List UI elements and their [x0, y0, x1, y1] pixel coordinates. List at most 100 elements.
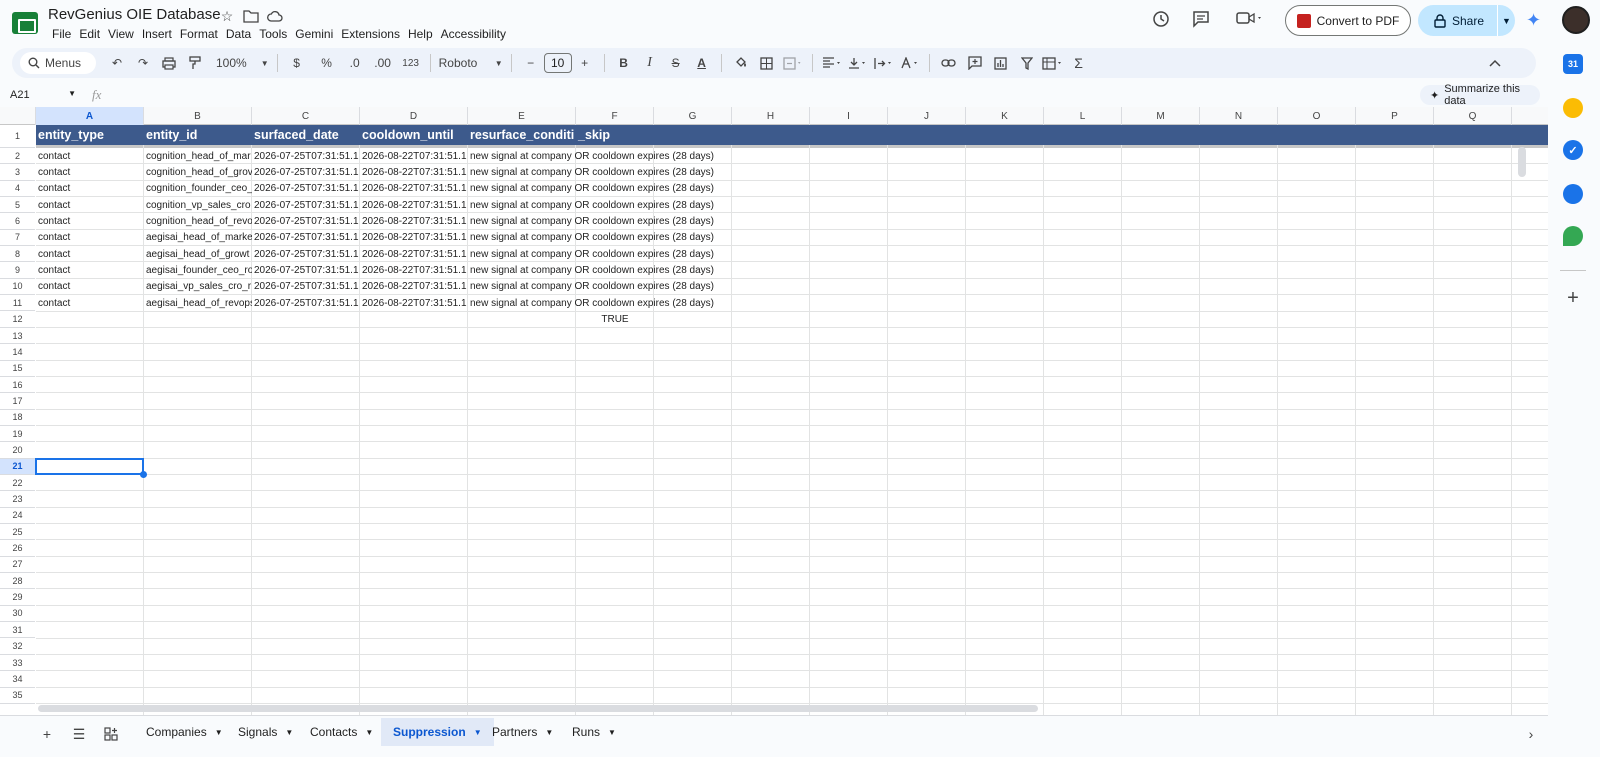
- row-header-14[interactable]: 14: [0, 344, 35, 361]
- table-cell[interactable]: aegisai_vp_sales_cro_r: [144, 279, 252, 295]
- table-cell[interactable]: new signal at company OR cooldown expire…: [468, 230, 714, 246]
- table-cell[interactable]: new signal at company OR cooldown expire…: [468, 262, 714, 278]
- filter-icon[interactable]: [1016, 52, 1038, 74]
- column-header-d[interactable]: D: [360, 107, 468, 125]
- comments-icon[interactable]: [1192, 10, 1210, 28]
- tab-signals[interactable]: Signals ▼: [226, 718, 305, 746]
- row-header-29[interactable]: 29: [0, 589, 35, 606]
- vertical-align-icon[interactable]: [847, 52, 869, 74]
- row-header-1[interactable]: 1: [0, 125, 35, 148]
- menu-file[interactable]: File: [48, 26, 75, 42]
- header-cell-resurfaceconditi[interactable]: resurface_conditi: [468, 125, 576, 145]
- insert-comment-icon[interactable]: [964, 52, 986, 74]
- column-header-c[interactable]: C: [252, 107, 360, 125]
- all-sheets-icon[interactable]: ☰: [68, 723, 90, 745]
- text-wrapping-icon[interactable]: [873, 52, 895, 74]
- menus-search[interactable]: Menus: [20, 52, 96, 74]
- tasks-icon[interactable]: ✓: [1563, 140, 1583, 160]
- font-size-input[interactable]: 10: [543, 53, 572, 73]
- borders-icon[interactable]: [756, 52, 778, 74]
- row-header-25[interactable]: 25: [0, 524, 35, 541]
- share-button[interactable]: Share ▼: [1418, 5, 1515, 36]
- table-cell[interactable]: cognition_vp_sales_cro: [144, 197, 252, 213]
- table-cell[interactable]: aegisai_head_of_growt: [144, 246, 252, 262]
- row-header-3[interactable]: 3: [0, 164, 35, 181]
- sheets-logo-icon[interactable]: [12, 12, 38, 34]
- table-cell[interactable]: 2026-08-22T07:31:51.1: [360, 148, 468, 164]
- tab-contacts[interactable]: Contacts ▼: [298, 718, 385, 746]
- row-header-2[interactable]: 2: [0, 148, 35, 165]
- row-header-19[interactable]: 19: [0, 426, 35, 443]
- header-cell-cooldownuntil[interactable]: cooldown_until: [360, 125, 468, 145]
- row-header-9[interactable]: 9: [0, 262, 35, 279]
- menu-view[interactable]: View: [104, 26, 138, 42]
- table-cell[interactable]: 2026-07-25T07:31:51.1: [252, 295, 360, 311]
- table-cell[interactable]: aegisai_head_of_revops: [144, 295, 252, 311]
- add-sheet-icon[interactable]: +: [36, 723, 58, 745]
- column-header-k[interactable]: K: [966, 107, 1044, 125]
- keep-icon[interactable]: [1563, 98, 1583, 118]
- menu-accessibility[interactable]: Accessibility: [437, 26, 510, 42]
- cell-f12-value[interactable]: TRUE: [576, 312, 654, 328]
- row-header-26[interactable]: 26: [0, 540, 35, 557]
- name-box[interactable]: A21 ▼: [10, 89, 76, 101]
- fill-handle[interactable]: [140, 471, 147, 478]
- row-header-6[interactable]: 6: [0, 213, 35, 230]
- table-cell[interactable]: contact: [36, 197, 144, 213]
- table-cell[interactable]: 2026-08-22T07:31:51.1: [360, 295, 468, 311]
- summarize-data-button[interactable]: ✦ Summarize this data: [1420, 83, 1540, 107]
- row-header-15[interactable]: 15: [0, 361, 35, 377]
- share-options-caret-icon[interactable]: ▼: [1498, 16, 1515, 26]
- row-header-8[interactable]: 8: [0, 246, 35, 263]
- table-cell[interactable]: 2026-08-22T07:31:51.1: [360, 279, 468, 295]
- menu-gemini[interactable]: Gemini: [291, 26, 337, 42]
- tab-runs[interactable]: Runs ▼: [560, 718, 628, 746]
- table-cell[interactable]: contact: [36, 295, 144, 311]
- convert-to-pdf-button[interactable]: Convert to PDF: [1285, 5, 1411, 36]
- table-cell[interactable]: cognition_founder_ceo_: [144, 181, 252, 197]
- row-header-30[interactable]: 30: [0, 606, 35, 623]
- functions-icon[interactable]: Σ: [1068, 52, 1090, 74]
- print-icon[interactable]: [158, 52, 180, 74]
- table-cell[interactable]: 2026-08-22T07:31:51.1: [360, 197, 468, 213]
- move-folder-icon[interactable]: [242, 7, 260, 25]
- explore-icon[interactable]: [100, 723, 122, 745]
- table-cell[interactable]: 2026-08-22T07:31:51.1: [360, 213, 468, 229]
- decrease-decimal-button[interactable]: .0: [344, 52, 366, 74]
- merge-cells-icon[interactable]: [782, 52, 804, 74]
- column-header-i[interactable]: I: [810, 107, 888, 125]
- table-cell[interactable]: new signal at company OR cooldown expire…: [468, 164, 714, 180]
- vertical-scrollbar[interactable]: [1518, 147, 1526, 177]
- table-cell[interactable]: contact: [36, 279, 144, 295]
- row-header-34[interactable]: 34: [0, 671, 35, 688]
- italic-icon[interactable]: I: [639, 52, 661, 74]
- row-header-35[interactable]: 35: [0, 688, 35, 704]
- table-cell[interactable]: 2026-08-22T07:31:51.1: [360, 230, 468, 246]
- column-header-l[interactable]: L: [1044, 107, 1122, 125]
- row-header-16[interactable]: 16: [0, 377, 35, 394]
- row-header-23[interactable]: 23: [0, 491, 35, 508]
- column-header-p[interactable]: P: [1356, 107, 1434, 125]
- row-header-17[interactable]: 17: [0, 393, 35, 410]
- row-header-20[interactable]: 20: [0, 442, 35, 459]
- table-cell[interactable]: cognition_head_of_revo: [144, 213, 252, 229]
- table-cell[interactable]: new signal at company OR cooldown expire…: [468, 213, 714, 229]
- insert-chart-icon[interactable]: [990, 52, 1012, 74]
- header-cell-surfaceddate[interactable]: surfaced_date: [252, 125, 360, 145]
- row-header-24[interactable]: 24: [0, 508, 35, 525]
- column-header-g[interactable]: G: [654, 107, 732, 125]
- table-cell[interactable]: aegisai_founder_ceo_ro: [144, 262, 252, 278]
- row-header-27[interactable]: 27: [0, 557, 35, 574]
- row-header-4[interactable]: 4: [0, 181, 35, 198]
- row-header-13[interactable]: 13: [0, 328, 35, 345]
- row-header-11[interactable]: 11: [0, 295, 35, 312]
- row-header-10[interactable]: 10: [0, 279, 35, 296]
- gemini-sparkle-icon[interactable]: ✦: [1526, 10, 1541, 31]
- table-cell[interactable]: cognition_head_of_mar: [144, 148, 252, 164]
- row-header-31[interactable]: 31: [0, 622, 35, 639]
- undo-icon[interactable]: ↶: [106, 52, 128, 74]
- horizontal-align-icon[interactable]: [821, 52, 843, 74]
- selected-cell-a21[interactable]: [35, 457, 144, 475]
- number-format-button[interactable]: 123: [400, 52, 422, 74]
- collapse-toolbar-icon[interactable]: [1484, 52, 1506, 74]
